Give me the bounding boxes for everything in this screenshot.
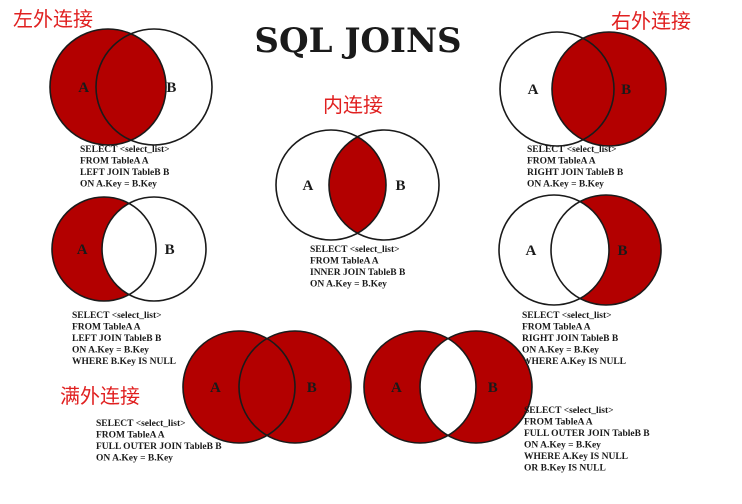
venn-full-exclusive: A B SELECT <select_list> FROM TableA AFULL … <box>363 330 650 474</box>
sql-line: SELECT <select_list> <box>522 311 612 321</box>
label-b: B <box>395 178 405 194</box>
page-title: SQL JOINS <box>254 21 461 61</box>
label-a: A <box>302 178 313 194</box>
sql-line: FROM TableA A <box>80 157 149 167</box>
sql-line: WHERE A.Key IS NULL <box>522 357 626 367</box>
venn-left-only: A B SELECT <select_list> FROM TableA ALEFT … <box>51 196 207 367</box>
label-a: A <box>77 242 88 258</box>
label-b: B <box>166 80 176 96</box>
label-a: A <box>78 80 89 96</box>
label-a: A <box>528 82 539 98</box>
sql-line: OR B.Key IS NULL <box>524 464 606 474</box>
sql-line: ON A.Key = B.Key <box>527 180 604 190</box>
sql-line: FROM TableA A <box>524 418 593 428</box>
caption-inner-join: 内连接 <box>323 93 383 117</box>
sql-line: FULL OUTER JOIN TableB B <box>96 442 222 452</box>
label-a: A <box>391 380 402 396</box>
sql-line: WHERE B.Key IS NULL <box>72 357 176 367</box>
label-b: B <box>621 82 631 98</box>
sql-line: RIGHT JOIN TableB B <box>522 334 619 344</box>
sql-line: SELECT <select_list> <box>310 245 400 255</box>
label-b: B <box>617 243 627 259</box>
venn-right-only: A B SELECT <select_list> FROM TableA ARIGHT… <box>498 194 662 367</box>
venn-left-join: A B SELECT <select_list> FROM TableA ALEFT … <box>49 28 213 190</box>
sql-line: ON A.Key = B.Key <box>80 180 157 190</box>
sql-line: FULL OUTER JOIN TableB B <box>524 429 650 439</box>
sql-line: ON A.Key = B.Key <box>310 280 387 290</box>
sql-line: SELECT <select_list> <box>80 145 170 155</box>
caption-right-join: 右外连接 <box>611 9 691 33</box>
sql-line: INNER JOIN TableB B <box>310 268 406 278</box>
label-a: A <box>210 380 221 396</box>
label-b: B <box>165 242 175 258</box>
sql-line: FROM TableA A <box>527 157 596 167</box>
caption-full-join: 满外连接 <box>60 384 140 408</box>
sql-line: ON A.Key = B.Key <box>522 346 599 356</box>
sql-line: LEFT JOIN TableB B <box>80 168 170 178</box>
sql-line: LEFT JOIN TableB B <box>72 334 162 344</box>
sql-line: SELECT <select_list> <box>524 406 614 416</box>
sql-line: FROM TableA A <box>522 323 591 333</box>
caption-left-join: 左外连接 <box>13 7 93 31</box>
sql-joins-diagram: SQL JOINS 左外连接 右外连接 内连接 满外连接 A B SELECT <s… <box>13 7 691 474</box>
sql-line: FROM TableA A <box>72 323 141 333</box>
sql-line: SELECT <select_list> <box>72 311 162 321</box>
sql-line: ON A.Key = B.Key <box>72 346 149 356</box>
sql-line: FROM TableA A <box>96 431 165 441</box>
sql-line: SELECT <select_list> <box>527 145 617 155</box>
label-b: B <box>307 380 317 396</box>
sql-line: RIGHT JOIN TableB B <box>527 168 624 178</box>
label-a: A <box>525 243 536 259</box>
venn-inner-join: A B SELECT <select_list> FROM TableA AINNER… <box>275 129 440 290</box>
sql-line: ON A.Key = B.Key <box>524 441 601 451</box>
sql-line: SELECT <select_list> <box>96 419 186 429</box>
sql-line: FROM TableA A <box>310 257 379 267</box>
venn-right-join: A B SELECT <select_list> FROM TableA ARIGHT… <box>499 31 667 190</box>
label-b: B <box>488 380 498 396</box>
sql-line: WHERE A.Key IS NULL <box>524 452 628 462</box>
sql-line: ON A.Key = B.Key <box>96 454 173 464</box>
